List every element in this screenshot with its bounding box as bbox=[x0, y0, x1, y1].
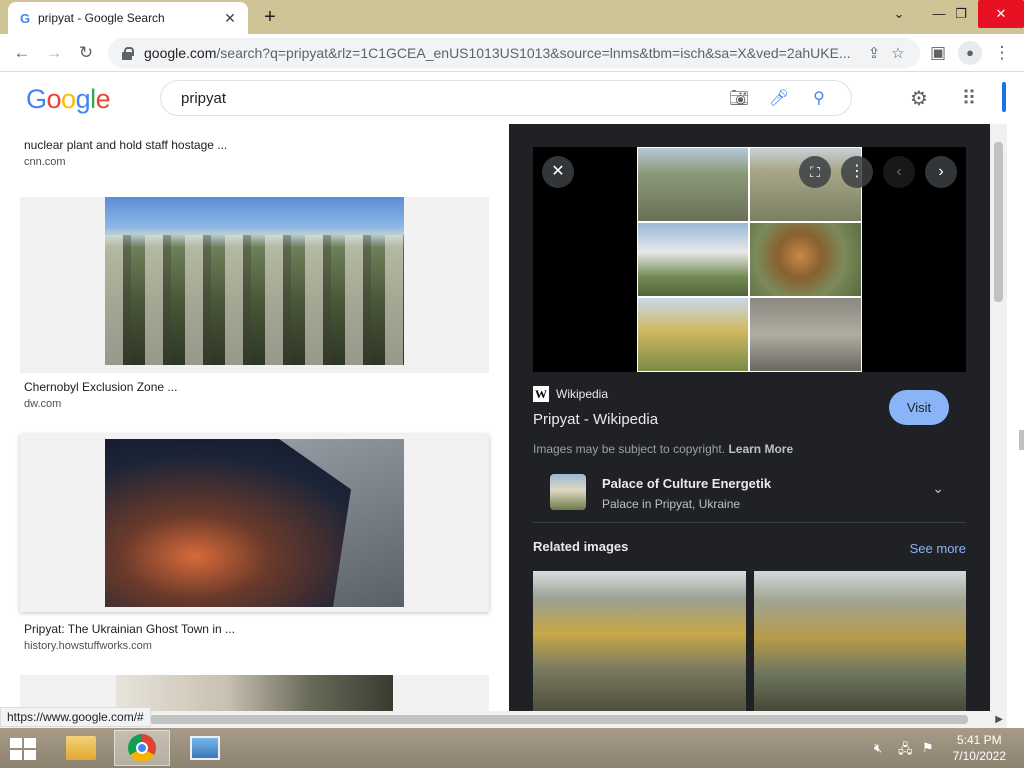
result-title-1[interactable]: Chernobyl Exclusion Zone ... bbox=[24, 380, 177, 394]
image-preview-panel: ✕ ⛶ ⋮ ‹ › W Wikipedia Pripyat - Wikipedi… bbox=[509, 124, 990, 711]
result-source-0[interactable]: cnn.com bbox=[24, 156, 66, 168]
kp-thumbnail bbox=[550, 474, 586, 510]
visit-button[interactable]: Visit bbox=[889, 390, 949, 425]
result-source-1[interactable]: dw.com bbox=[24, 398, 61, 410]
copyright-notice: Images may be subject to copyright. Lear… bbox=[533, 442, 793, 456]
learn-more-link[interactable]: Learn More bbox=[728, 442, 793, 456]
panel-scrollbar-thumb[interactable] bbox=[994, 142, 1003, 302]
url-host: google.com bbox=[144, 45, 217, 61]
windows-taskbar: 🔇︎ 🖧 ⚑ 5:41 PM 7/10/2022 bbox=[0, 728, 1024, 768]
horizontal-scrollbar-thumb[interactable] bbox=[150, 715, 968, 724]
copyright-text: Images may be subject to copyright. bbox=[533, 442, 726, 456]
related-images-heading: Related images bbox=[533, 539, 629, 554]
google-logo-letter: o bbox=[61, 84, 76, 114]
result-image-3[interactable] bbox=[116, 675, 393, 711]
microphone-icon[interactable]: 🎤︎ bbox=[759, 88, 799, 108]
address-bar[interactable]: google.com/search?q=pripyat&rlz=1C1GCEA_… bbox=[108, 38, 920, 68]
windows-start-icon[interactable] bbox=[10, 738, 36, 760]
system-clock[interactable]: 5:41 PM 7/10/2022 bbox=[953, 732, 1006, 764]
collage-tile-1 bbox=[637, 147, 749, 222]
search-query[interactable]: pripyat bbox=[181, 90, 719, 107]
google-logo[interactable]: Google bbox=[26, 84, 111, 115]
result-title-0[interactable]: nuclear plant and hold staff hostage ... bbox=[24, 138, 227, 152]
side-panel-icon[interactable]: ▣ bbox=[926, 41, 950, 65]
wikipedia-logo-icon: W bbox=[533, 386, 549, 402]
knowledge-panel-row[interactable]: Palace of Culture Energetik Palace in Pr… bbox=[533, 466, 966, 523]
previous-image-icon[interactable]: ‹ bbox=[883, 156, 915, 188]
sign-in-edge[interactable] bbox=[1002, 82, 1006, 112]
tab-close-icon[interactable]: ✕ bbox=[222, 10, 238, 27]
file-explorer-icon[interactable] bbox=[66, 736, 96, 760]
bookmark-star-icon[interactable]: ☆ bbox=[886, 44, 910, 62]
result-image-2[interactable] bbox=[105, 439, 404, 607]
tab-title: pripyat - Google Search bbox=[38, 11, 165, 25]
close-preview-icon[interactable]: ✕ bbox=[542, 156, 574, 188]
search-icon[interactable]: ⚲ bbox=[799, 88, 839, 108]
scroll-right-arrow-icon[interactable]: ▶ bbox=[995, 711, 1003, 728]
lock-icon[interactable] bbox=[120, 46, 134, 60]
browser-toolbar: ← → ↻ google.com/search?q=pripyat&rlz=1C… bbox=[0, 34, 1024, 72]
page-scrollbar[interactable] bbox=[1007, 124, 1024, 711]
google-header: Google pripyat 📷︎ 🎤︎ ⚲ ⚙ ⠿ bbox=[0, 72, 1024, 124]
related-image-1[interactable] bbox=[533, 571, 746, 711]
panel-scrollbar[interactable] bbox=[990, 124, 1007, 711]
google-logo-letter: o bbox=[46, 84, 62, 114]
result-title-2[interactable]: Pripyat: The Ukrainian Ghost Town in ... bbox=[24, 622, 235, 636]
see-more-link[interactable]: See more bbox=[910, 541, 966, 556]
link-status-bar: https://www.google.com/# bbox=[0, 707, 151, 727]
kp-title: Palace of Culture Energetik bbox=[602, 476, 772, 491]
close-window-button[interactable]: ✕ bbox=[978, 0, 1024, 28]
google-logo-letter: e bbox=[95, 84, 111, 114]
reload-icon[interactable]: ↻ bbox=[74, 41, 98, 65]
clock-date: 7/10/2022 bbox=[952, 749, 1006, 763]
apps-grid-icon[interactable]: ⠿ bbox=[956, 86, 982, 112]
forward-arrow-icon[interactable]: → bbox=[42, 41, 66, 65]
chrome-menu-icon[interactable]: ⋮ bbox=[990, 41, 1014, 65]
page-scrollbar-thumb[interactable] bbox=[1019, 430, 1024, 450]
source-row[interactable]: W Wikipedia bbox=[533, 386, 608, 402]
image-results: nuclear plant and hold staff hostage ...… bbox=[0, 124, 509, 711]
google-logo-letter: g bbox=[75, 84, 91, 114]
collage-tile-6 bbox=[749, 297, 862, 372]
collage-tile-3 bbox=[637, 222, 749, 297]
preview-title[interactable]: Pripyat - Wikipedia bbox=[533, 411, 658, 428]
preview-image-collage[interactable]: ✕ ⛶ ⋮ ‹ › bbox=[533, 147, 966, 372]
chevron-down-icon[interactable]: ⌄ bbox=[932, 480, 944, 497]
volume-muted-icon[interactable]: 🔇︎ bbox=[874, 740, 882, 756]
tab-google-search[interactable]: G pripyat - Google Search ✕ bbox=[8, 2, 248, 34]
result-card-1[interactable] bbox=[20, 197, 489, 373]
collage-tile-4 bbox=[749, 222, 862, 297]
back-arrow-icon[interactable]: ← bbox=[10, 41, 34, 65]
lens-search-icon[interactable]: ⛶ bbox=[799, 156, 831, 188]
source-name[interactable]: Wikipedia bbox=[556, 387, 608, 401]
url-path: /search?q=pripyat&rlz=1C1GCEA_enUS1013US… bbox=[216, 45, 851, 61]
network-icon[interactable]: 🖧 bbox=[898, 740, 913, 762]
photos-app-icon[interactable] bbox=[190, 736, 220, 760]
related-image-2[interactable] bbox=[754, 571, 966, 711]
chrome-icon[interactable] bbox=[128, 734, 156, 762]
result-source-2[interactable]: history.howstuffworks.com bbox=[24, 640, 152, 652]
action-center-icon[interactable]: ⚑ bbox=[922, 740, 934, 756]
new-tab-button[interactable]: + bbox=[258, 6, 282, 28]
result-card-3[interactable] bbox=[20, 675, 489, 711]
kp-subtitle: Palace in Pripyat, Ukraine bbox=[602, 497, 741, 511]
result-image-1[interactable] bbox=[105, 197, 404, 365]
result-card-2[interactable] bbox=[20, 434, 489, 612]
horizontal-scrollbar[interactable]: ▶ bbox=[0, 711, 1007, 728]
google-logo-letter: G bbox=[26, 84, 47, 114]
collage-tile-5 bbox=[637, 297, 749, 372]
google-favicon-icon: G bbox=[20, 10, 31, 26]
more-options-icon[interactable]: ⋮ bbox=[841, 156, 873, 188]
profile-avatar-icon[interactable]: ● bbox=[958, 41, 982, 65]
search-box[interactable]: pripyat 📷︎ 🎤︎ ⚲ bbox=[160, 80, 852, 116]
tab-strip: G pripyat - Google Search ✕ + ⌄ — ❐ ✕ bbox=[0, 0, 1024, 34]
next-image-icon[interactable]: › bbox=[925, 156, 957, 188]
clock-time: 5:41 PM bbox=[956, 733, 1002, 747]
camera-lens-icon[interactable]: 📷︎ bbox=[719, 88, 759, 108]
settings-gear-icon[interactable]: ⚙ bbox=[906, 86, 932, 112]
share-icon[interactable]: ⇪ bbox=[862, 44, 886, 62]
url-text[interactable]: google.com/search?q=pripyat&rlz=1C1GCEA_… bbox=[144, 45, 862, 61]
